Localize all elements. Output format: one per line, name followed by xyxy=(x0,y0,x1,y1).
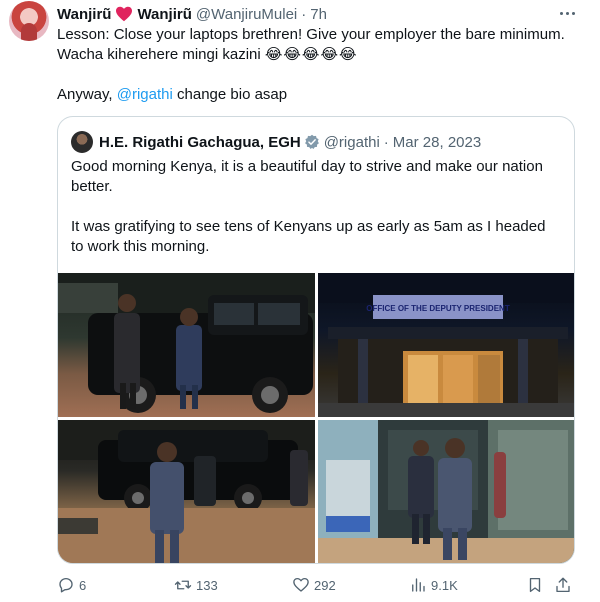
tweet-text: Lesson: Close your laptops brethren! Giv… xyxy=(57,25,577,105)
photo-grid: OFFICE OF THE DEPUTY PRESIDENT xyxy=(58,273,574,563)
bookmark-button[interactable] xyxy=(526,574,544,596)
retweet-button[interactable]: 133 xyxy=(174,574,218,596)
photo-walking-car[interactable] xyxy=(58,420,315,563)
action-bar: 6 133 292 9.1K xyxy=(57,574,577,596)
laughing-emoji: 😂😂😂😂😂 xyxy=(264,46,358,63)
photo-office-entrance[interactable]: OFFICE OF THE DEPUTY PRESIDENT xyxy=(318,273,574,417)
separator-dot: · xyxy=(383,133,389,151)
like-heart-icon xyxy=(293,577,309,592)
like-button[interactable]: 292 xyxy=(292,574,336,596)
verified-badge-icon xyxy=(304,134,319,149)
tweet[interactable]: Wanjirũ Wanjirũ @WanjiruMulei · 7h Lesso… xyxy=(0,0,600,602)
quoted-avatar xyxy=(71,131,93,153)
quoted-display-name: H.E. Rigathi Gachagua, EGH xyxy=(99,133,301,151)
tweet-text-suffix: change bio asap xyxy=(172,86,288,103)
mention-link[interactable]: @rigathi xyxy=(117,86,173,103)
avatar[interactable] xyxy=(9,1,49,41)
photo-building-lobby[interactable] xyxy=(318,420,574,563)
red-heart-icon xyxy=(116,6,133,22)
reply-icon xyxy=(59,577,73,593)
more-options-icon[interactable] xyxy=(556,4,578,22)
views-button[interactable]: 9.1K xyxy=(409,574,458,596)
reply-count: 6 xyxy=(79,577,87,593)
like-count: 292 xyxy=(314,577,336,593)
bookmark-icon xyxy=(529,577,541,593)
quoted-paragraph-2: It was gratifying to see tens of Kenyans… xyxy=(71,218,546,255)
retweet-count: 133 xyxy=(196,577,218,593)
quoted-tweet[interactable]: H.E. Rigathi Gachagua, EGH @rigathi · Ma… xyxy=(57,116,575,564)
separator-dot: · xyxy=(301,5,307,23)
views-count: 9.1K xyxy=(431,577,458,593)
tweet-text-prefix: Anyway, xyxy=(57,86,117,103)
quoted-tweet-header: H.E. Rigathi Gachagua, EGH @rigathi · Ma… xyxy=(71,131,481,153)
office-sign-text: OFFICE OF THE DEPUTY PRESIDENT xyxy=(366,304,510,313)
quoted-paragraph-1: Good morning Kenya, it is a beautiful da… xyxy=(71,158,543,195)
photo-arrival-car[interactable] xyxy=(58,273,315,417)
timestamp[interactable]: 7h xyxy=(310,6,327,23)
share-icon xyxy=(556,577,570,593)
quoted-tweet-text: Good morning Kenya, it is a beautiful da… xyxy=(71,157,561,257)
retweet-icon xyxy=(174,580,192,590)
display-name[interactable]: Wanjirũ xyxy=(57,6,111,23)
author-handle[interactable]: @WanjiruMulei xyxy=(196,6,297,23)
display-name-suffix[interactable]: Wanjirũ xyxy=(137,6,191,23)
tweet-header: Wanjirũ Wanjirũ @WanjiruMulei · 7h xyxy=(57,4,327,24)
share-button[interactable] xyxy=(554,574,572,596)
reply-button[interactable]: 6 xyxy=(57,574,86,596)
quoted-handle: @rigathi xyxy=(323,133,380,151)
quoted-date: Mar 28, 2023 xyxy=(392,133,482,151)
views-bar-chart-icon xyxy=(412,578,425,592)
tweet-text-line1: Lesson: Close your laptops brethren! Giv… xyxy=(57,25,577,65)
tweet-text-line2: Anyway, @rigathi change bio asap xyxy=(57,85,577,105)
